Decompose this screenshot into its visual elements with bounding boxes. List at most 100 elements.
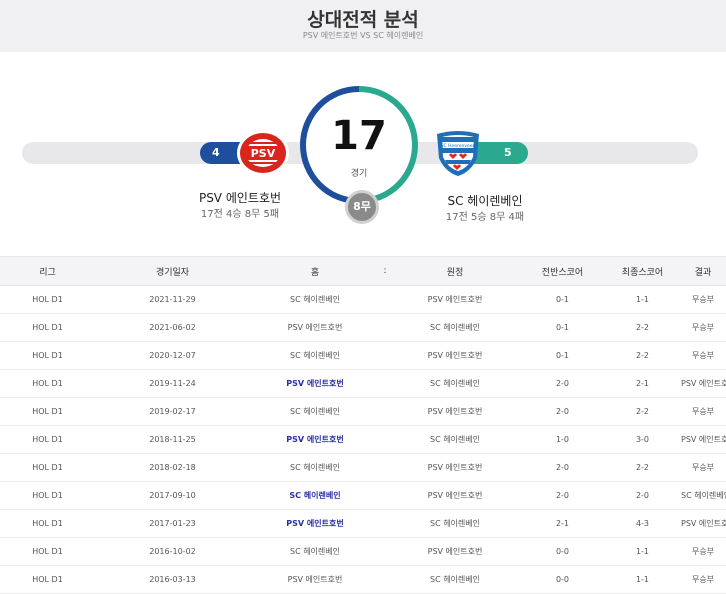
cell-half-score: 0-0 [520,565,605,594]
cell-final-score: 2-2 [605,313,680,342]
total-matches-label: 경기 [350,169,368,179]
cell-date: 2016-10-02 [95,537,250,566]
cell-half-score: 2-0 [520,453,605,482]
svg-text:PSV: PSV [251,147,276,160]
cell-home-team: PSV 에인트호번 [250,565,380,594]
cell-separator [380,509,390,538]
home-team-record: 17전 4승 8무 5패 [200,209,280,220]
cell-separator [380,341,390,370]
col-result: 결과 [680,256,726,286]
cell-league: HOL D1 [0,285,95,314]
cell-separator [380,285,390,314]
col-half-score: 전반스코어 [520,256,605,286]
table-row: HOL D1 2016-03-13 PSV 에인트호번 SC 헤이렌베인 0-0 1-1 무… [0,565,726,594]
cell-half-score: 0-0 [520,537,605,566]
cell-home-team: PSV 에인트호번 [250,369,380,398]
table-row: HOL D1 2018-02-18 SC 헤이렌베인 PSV 에인트호번 2-0 2-2 무… [0,453,726,482]
table-row: HOL D1 2021-11-29 SC 헤이렌베인 PSV 에인트호번 0-1 1-1 무… [0,285,726,314]
cell-league: HOL D1 [0,453,95,482]
cell-league: HOL D1 [0,537,95,566]
cell-half-score: 1-0 [520,425,605,454]
cell-home-team: PSV 에인트호번 [250,509,380,538]
cell-league: HOL D1 [0,313,95,342]
cell-result: 무승부 [680,341,726,370]
cell-result: 무승부 [680,537,726,566]
cell-league: HOL D1 [0,481,95,510]
cell-date: 2021-11-29 [95,285,250,314]
page-subtitle: PSV 에인트호번 VS SC 헤이렌베인 [302,31,424,40]
cell-separator [380,565,390,594]
cell-result: 무승부 [680,565,726,594]
cell-half-score: 2-0 [520,369,605,398]
cell-away-team: PSV 에인트호번 [390,453,520,482]
cell-final-score: 3-0 [605,425,680,454]
cell-league: HOL D1 [0,369,95,398]
table-row: HOL D1 2018-11-25 PSV 에인트호번 SC 헤이렌베인 1-0 3-0 P… [0,425,726,454]
col-separator: : [380,256,390,286]
cell-half-score: 0-1 [520,285,605,314]
cell-final-score: 2-1 [605,369,680,398]
cell-result: 무승부 [680,453,726,482]
draws-badge: 8무 [345,190,379,224]
col-date: 경기일자 [95,256,250,286]
cell-away-team: PSV 에인트호번 [390,285,520,314]
cell-date: 2018-02-18 [95,453,250,482]
cell-separator [380,313,390,342]
table-row: HOL D1 2019-11-24 PSV 에인트호번 SC 헤이렌베인 2-0 2-1 P… [0,369,726,398]
cell-final-score: 2-2 [605,397,680,426]
cell-home-team: SC 헤이렌베인 [250,481,380,510]
cell-final-score: 2-2 [605,453,680,482]
cell-away-team: SC 헤이렌베인 [390,425,520,454]
col-home: 홈 [250,256,380,286]
cell-final-score: 2-2 [605,341,680,370]
away-team-name: SC 헤이렌베인 [447,194,523,208]
cell-home-team: SC 헤이렌베인 [250,537,380,566]
svg-text:SC Heerenveen: SC Heerenveen [441,143,476,149]
head-to-head-table: 리그 경기일자 홈 : 원정 전반스코어 최종스코어 결과 HOL D1 2021… [0,256,726,594]
cell-result: 무승부 [680,397,726,426]
table-row: HOL D1 2017-09-10 SC 헤이렌베인 PSV 에인트호번 2-0 2-0 S… [0,481,726,510]
cell-home-team: PSV 에인트호번 [250,425,380,454]
cell-final-score: 1-1 [605,537,680,566]
cell-final-score: 1-1 [605,565,680,594]
col-final-score: 최종스코어 [605,256,680,286]
col-league: 리그 [0,256,95,286]
cell-half-score: 2-0 [520,481,605,510]
cell-separator [380,369,390,398]
cell-date: 2016-03-13 [95,565,250,594]
cell-result: 무승부 [680,313,726,342]
table-row: HOL D1 2021-06-02 PSV 에인트호번 SC 헤이렌베인 0-1 2-2 무… [0,313,726,342]
cell-date: 2019-11-24 [95,369,250,398]
cell-home-team: SC 헤이렌베인 [250,397,380,426]
cell-league: HOL D1 [0,397,95,426]
cell-result: SC 헤이렌베인 [680,481,726,510]
home-team-name: PSV 에인트호번 [198,191,282,205]
cell-home-team: SC 헤이렌베인 [250,341,380,370]
cell-away-team: SC 헤이렌베인 [390,509,520,538]
cell-half-score: 2-1 [520,509,605,538]
table-row: HOL D1 2017-01-23 PSV 에인트호번 SC 헤이렌베인 2-1 4-3 P… [0,509,726,538]
table-row: HOL D1 2019-02-17 SC 헤이렌베인 PSV 에인트호번 2-0 2-2 무… [0,397,726,426]
cell-home-team: SC 헤이렌베인 [250,453,380,482]
cell-date: 2021-06-02 [95,313,250,342]
cell-away-team: SC 헤이렌베인 [390,565,520,594]
cell-date: 2020-12-07 [95,341,250,370]
cell-away-team: PSV 에인트호번 [390,537,520,566]
cell-result: 무승부 [680,285,726,314]
cell-half-score: 0-1 [520,341,605,370]
page-title: 상대전적 분석 [307,9,419,31]
cell-result: PSV 에인트호번 [680,425,726,454]
cell-final-score: 2-0 [605,481,680,510]
cell-away-team: PSV 에인트호번 [390,341,520,370]
cell-result: PSV 에인트호번 [680,369,726,398]
cell-away-team: SC 헤이렌베인 [390,313,520,342]
table-header-row: 리그 경기일자 홈 : 원정 전반스코어 최종스코어 결과 [0,256,726,286]
cell-away-team: SC 헤이렌베인 [390,369,520,398]
cell-separator [380,481,390,510]
heerenveen-logo: SC Heerenveen [437,131,479,176]
table-row: HOL D1 2020-12-07 SC 헤이렌베인 PSV 에인트호번 0-1 2-2 무… [0,341,726,370]
cell-date: 2019-02-17 [95,397,250,426]
table-row: HOL D1 2016-10-02 SC 헤이렌베인 PSV 에인트호번 0-0 1-1 무… [0,537,726,566]
cell-separator [380,397,390,426]
cell-league: HOL D1 [0,341,95,370]
